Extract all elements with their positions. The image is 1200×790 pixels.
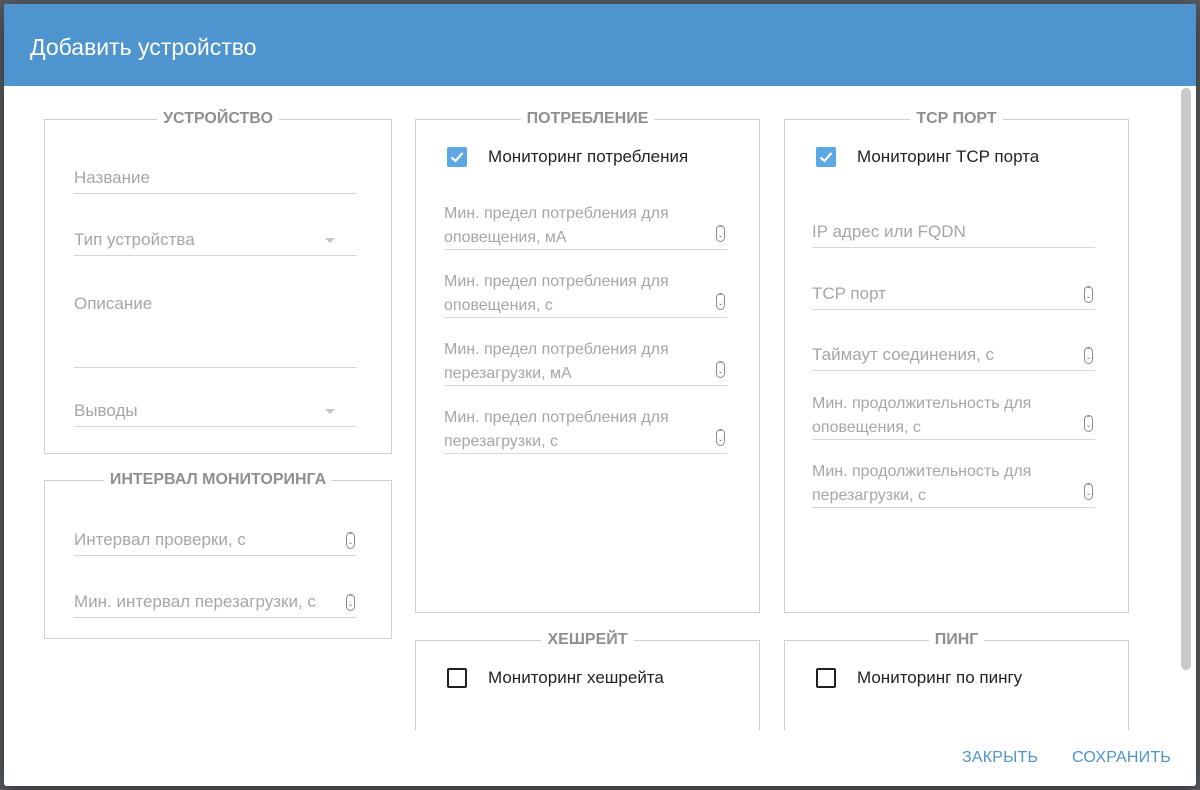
device-description-textarea[interactable]: Описание [74, 288, 357, 368]
consumption-alert-s-input[interactable]: Мин. предел потребления для оповещения, … [444, 262, 727, 318]
tcp-timeout-placeholder: Таймаут соединения, с [812, 345, 995, 364]
spinner-arrows-icon[interactable]: ⌃ ⌄ [716, 225, 725, 242]
tcp-ip-input[interactable]: IP адрес или FQDN [812, 216, 1095, 248]
consumption-reboot-s-input[interactable]: Мин. предел потребления для перезагрузки… [444, 398, 727, 454]
consumption-reboot-ma-placeholder: Мин. предел потребления для перезагрузки… [444, 341, 669, 382]
device-name-input[interactable]: Название [74, 162, 357, 194]
tcp-port-input[interactable]: TCP порт ⌃ ⌄ [812, 278, 1095, 310]
tcp-min-reboot-input[interactable]: Мин. продолжительность для перезагрузки,… [812, 452, 1095, 508]
device-type-select[interactable]: Тип устройства [74, 224, 357, 256]
chevron-down-icon [325, 409, 335, 414]
tcp-monitoring-checkbox[interactable] [816, 147, 836, 167]
min-reboot-interval-input[interactable]: Мин. интервал перезагрузки, с ⌃ ⌄ [74, 586, 357, 618]
save-button[interactable]: СОХРАНИТЬ [1072, 748, 1171, 768]
hashrate-monitoring-label: Мониторинг хешрейта [488, 668, 664, 687]
device-panel-legend: УСТРОЙСТВО [163, 110, 273, 127]
spinner-arrows-icon[interactable]: ⌃ ⌄ [1084, 483, 1093, 500]
spinner-arrows-icon[interactable]: ⌃ ⌄ [716, 361, 725, 378]
consumption-reboot-ma-input[interactable]: Мин. предел потребления для перезагрузки… [444, 330, 727, 386]
spinner-arrows-icon[interactable]: ⌃ ⌄ [716, 429, 725, 446]
scrollbar[interactable] [1181, 88, 1191, 670]
add-device-dialog: Добавить устройство УСТРОЙСТВО Название … [4, 4, 1196, 786]
check-icon [819, 152, 833, 163]
spinner-arrows-icon[interactable]: ⌃ ⌄ [1084, 347, 1093, 364]
tcp-panel-legend: TCP ПОРТ [916, 110, 997, 127]
consumption-alert-s-placeholder: Мин. предел потребления для оповещения, … [444, 273, 669, 314]
spinner-arrows-icon[interactable]: ⌃ ⌄ [1084, 286, 1093, 303]
consumption-reboot-s-placeholder: Мин. предел потребления для перезагрузки… [444, 409, 669, 450]
dialog-title: Добавить устройство [30, 34, 257, 60]
close-button[interactable]: ЗАКРЫТЬ [962, 748, 1038, 768]
spinner-arrows-icon[interactable]: ⌃ ⌄ [716, 293, 725, 310]
tcp-monitoring-label: Мониторинг TCP порта [857, 147, 1040, 166]
consumption-panel-legend: ПОТРЕБЛЕНИЕ [526, 110, 649, 127]
device-description-placeholder: Описание [74, 294, 153, 313]
device-outputs-placeholder: Выводы [74, 401, 138, 420]
ping-monitoring-label: Мониторинг по пингу [857, 668, 1023, 687]
device-outputs-select[interactable]: Выводы [74, 395, 357, 427]
consumption-alert-ma-placeholder: Мин. предел потребления для оповещения, … [444, 205, 669, 246]
spinner-arrows-icon[interactable]: ⌃ ⌄ [1084, 415, 1093, 432]
device-type-placeholder: Тип устройства [74, 230, 195, 249]
tcp-min-alert-input[interactable]: Мин. продолжительность для оповещения, с… [812, 384, 1095, 440]
tcp-ip-placeholder: IP адрес или FQDN [812, 222, 966, 241]
consumption-alert-ma-input[interactable]: Мин. предел потребления для оповещения, … [444, 194, 727, 250]
ping-panel-legend: ПИНГ [934, 631, 979, 648]
min-reboot-interval-placeholder: Мин. интервал перезагрузки, с [74, 592, 316, 611]
device-name-placeholder: Название [74, 168, 150, 187]
tcp-min-reboot-placeholder: Мин. продолжительность для перезагрузки,… [812, 463, 1032, 504]
spinner-arrows-icon[interactable]: ⌃ ⌄ [346, 532, 355, 549]
tcp-timeout-input[interactable]: Таймаут соединения, с ⌃ ⌄ [812, 339, 1095, 371]
hashrate-monitoring-checkbox[interactable] [447, 668, 467, 688]
consumption-monitoring-checkbox[interactable] [447, 147, 467, 167]
chevron-down-icon [325, 238, 335, 243]
interval-panel-legend: ИНТЕРВАЛ МОНИТОРИНГА [109, 471, 327, 488]
tcp-min-alert-placeholder: Мин. продолжительность для оповещения, с [812, 395, 1032, 436]
consumption-monitoring-label: Мониторинг потребления [488, 147, 689, 166]
tcp-port-placeholder: TCP порт [812, 284, 886, 303]
check-interval-placeholder: Интервал проверки, с [74, 530, 246, 549]
dialog-header: Добавить устройство [4, 4, 1196, 86]
check-interval-input[interactable]: Интервал проверки, с ⌃ ⌄ [74, 524, 357, 556]
ping-monitoring-checkbox[interactable] [816, 668, 836, 688]
spinner-arrows-icon[interactable]: ⌃ ⌄ [346, 594, 355, 611]
hashrate-panel-legend: ХЕШРЕЙТ [547, 631, 628, 648]
check-icon [450, 152, 464, 163]
